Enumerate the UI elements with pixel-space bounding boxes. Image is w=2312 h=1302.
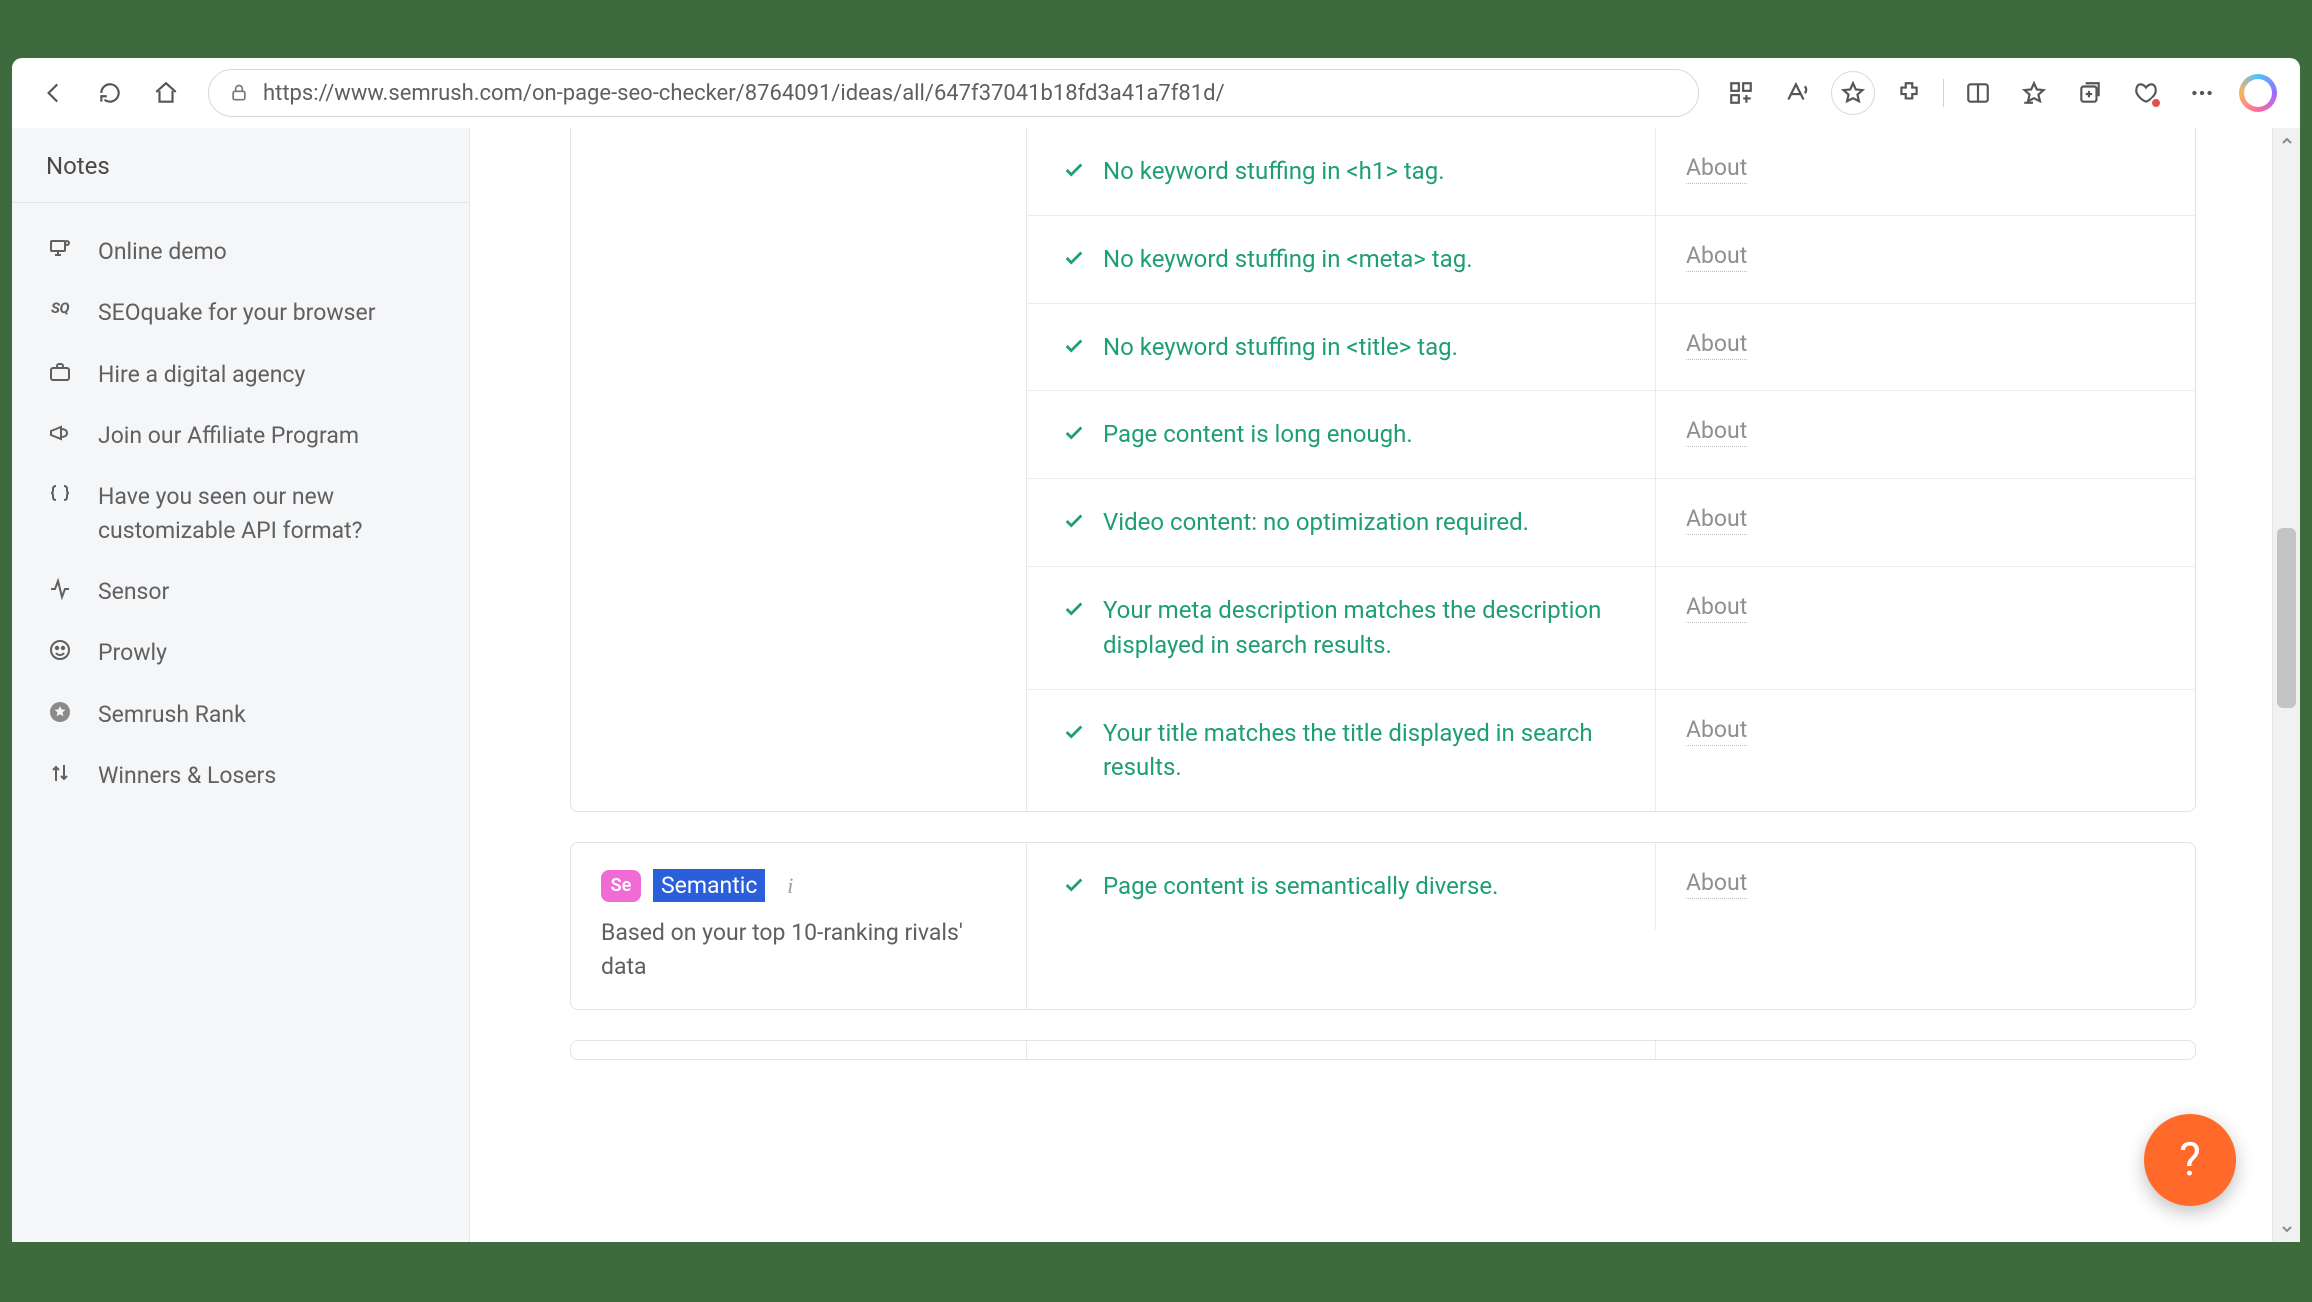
sidebar-item-winners-losers[interactable]: Winners & Losers: [12, 745, 469, 806]
scroll-thumb[interactable]: [2277, 528, 2296, 708]
ideas-card: No keyword stuffing in <h1> tag. About N…: [570, 128, 2196, 812]
refresh-button[interactable]: [88, 71, 132, 115]
sidebar-item-api[interactable]: Have you seen our new customizable API f…: [12, 466, 469, 561]
idea-row: No keyword stuffing in <title> tag. Abou…: [1027, 304, 2195, 392]
sidebar-item-seoquake[interactable]: SQ SEOquake for your browser: [12, 282, 469, 343]
sidebar-item-hire-agency[interactable]: Hire a digital agency: [12, 344, 469, 405]
idea-text: Page content is semantically diverse.: [1103, 869, 1498, 904]
read-aloud-icon[interactable]: [1775, 71, 1819, 115]
check-icon: [1063, 335, 1085, 357]
idea-text: No keyword stuffing in <h1> tag.: [1103, 154, 1445, 189]
idea-row: Your meta description matches the descri…: [1027, 567, 2195, 690]
idea-text: Page content is long enough.: [1103, 417, 1413, 452]
info-icon[interactable]: i: [779, 875, 801, 897]
split-screen-icon[interactable]: [1956, 71, 2000, 115]
favorites-list-icon[interactable]: [2012, 71, 2056, 115]
lock-icon: [229, 83, 249, 103]
sidebar-item-label: SEOquake for your browser: [98, 296, 376, 329]
about-link[interactable]: About: [1686, 417, 1747, 447]
idea-text: Video content: no optimization required.: [1103, 505, 1529, 540]
back-button[interactable]: [32, 71, 76, 115]
star-circle-icon: [46, 698, 74, 724]
sidebar-item-label: Join our Affiliate Program: [98, 419, 359, 452]
scroll-down-button[interactable]: [2273, 1216, 2300, 1242]
copilot-button[interactable]: [2236, 71, 2280, 115]
sidebar-item-sensor[interactable]: Sensor: [12, 561, 469, 622]
more-menu-icon[interactable]: [2180, 71, 2224, 115]
sidebar-item-affiliate[interactable]: Join our Affiliate Program: [12, 405, 469, 466]
help-icon: ?: [2179, 1133, 2201, 1187]
semantic-label: Semantic: [653, 869, 765, 902]
presentation-icon: [46, 235, 74, 261]
help-button[interactable]: ?: [2144, 1114, 2236, 1206]
seoquake-icon: SQ: [46, 296, 74, 320]
toolbar-separator: [1943, 79, 1944, 107]
notification-dot: [2150, 97, 2162, 109]
next-card-peek: [570, 1040, 2196, 1060]
sidebar-item-label: Winners & Losers: [98, 759, 276, 792]
face-icon: [46, 636, 74, 662]
sidebar-item-online-demo[interactable]: Online demo: [12, 221, 469, 282]
sidebar-item-prowly[interactable]: Prowly: [12, 622, 469, 683]
card-category-column: [571, 128, 1027, 811]
briefcase-icon: [46, 358, 74, 384]
about-link[interactable]: About: [1686, 154, 1747, 184]
about-link[interactable]: About: [1686, 505, 1747, 535]
sidebar-item-label: Semrush Rank: [98, 698, 246, 731]
check-icon: [1063, 247, 1085, 269]
sidebar-item-label: Online demo: [98, 235, 227, 268]
app-grid-icon[interactable]: [1719, 71, 1763, 115]
check-icon: [1063, 159, 1085, 181]
vertical-scrollbar[interactable]: [2272, 128, 2300, 1242]
about-link[interactable]: About: [1686, 716, 1747, 746]
idea-text: Your title matches the title displayed i…: [1103, 716, 1619, 786]
code-braces-icon: [46, 480, 74, 506]
activity-icon: [46, 575, 74, 601]
address-bar[interactable]: https://www.semrush.com/on-page-seo-chec…: [208, 69, 1699, 117]
about-link[interactable]: About: [1686, 593, 1747, 623]
sidebar-item-label: Sensor: [98, 575, 169, 608]
collections-icon[interactable]: [2068, 71, 2112, 115]
favorite-star-icon[interactable]: [1831, 71, 1875, 115]
browser-essentials-icon[interactable]: [2124, 71, 2168, 115]
sidebar-item-semrush-rank[interactable]: Semrush Rank: [12, 684, 469, 745]
idea-row: Page content is semantically diverse. Ab…: [1027, 843, 2195, 930]
idea-text: No keyword stuffing in <title> tag.: [1103, 330, 1458, 365]
idea-row: Your title matches the title displayed i…: [1027, 690, 2195, 812]
semantic-header: Se Semantic i: [601, 869, 996, 902]
idea-row: No keyword stuffing in <meta> tag. About: [1027, 216, 2195, 304]
sidebar-item-label: Have you seen our new customizable API f…: [98, 480, 435, 547]
url-text: https://www.semrush.com/on-page-seo-chec…: [263, 81, 1225, 106]
idea-text: No keyword stuffing in <meta> tag.: [1103, 242, 1473, 277]
about-link[interactable]: About: [1686, 242, 1747, 272]
extensions-icon[interactable]: [1887, 71, 1931, 115]
sidebar: Notes Online demo SQ SEOquake for your b…: [12, 128, 470, 1242]
up-down-arrows-icon: [46, 759, 74, 785]
browser-toolbar: https://www.semrush.com/on-page-seo-chec…: [12, 58, 2300, 128]
semantic-badge: Se: [601, 870, 641, 902]
check-icon: [1063, 721, 1085, 743]
check-icon: [1063, 422, 1085, 444]
check-icon: [1063, 510, 1085, 532]
idea-text: Your meta description matches the descri…: [1103, 593, 1619, 663]
sidebar-header: Notes: [12, 128, 469, 203]
idea-row: No keyword stuffing in <h1> tag. About: [1027, 128, 2195, 216]
about-link[interactable]: About: [1686, 869, 1747, 899]
check-icon: [1063, 874, 1085, 896]
sidebar-item-label: Prowly: [98, 636, 167, 669]
semantic-card: Se Semantic i Based on your top 10-ranki…: [570, 842, 2196, 1010]
home-button[interactable]: [144, 71, 188, 115]
scroll-up-button[interactable]: [2273, 128, 2300, 154]
about-link[interactable]: About: [1686, 330, 1747, 360]
sidebar-item-label: Hire a digital agency: [98, 358, 305, 391]
check-icon: [1063, 598, 1085, 620]
semantic-subtitle: Based on your top 10-ranking rivals' dat…: [601, 916, 996, 983]
idea-row: Video content: no optimization required.…: [1027, 479, 2195, 567]
main-content: No keyword stuffing in <h1> tag. About N…: [470, 128, 2300, 1242]
idea-row: Page content is long enough. About: [1027, 391, 2195, 479]
megaphone-icon: [46, 419, 74, 445]
